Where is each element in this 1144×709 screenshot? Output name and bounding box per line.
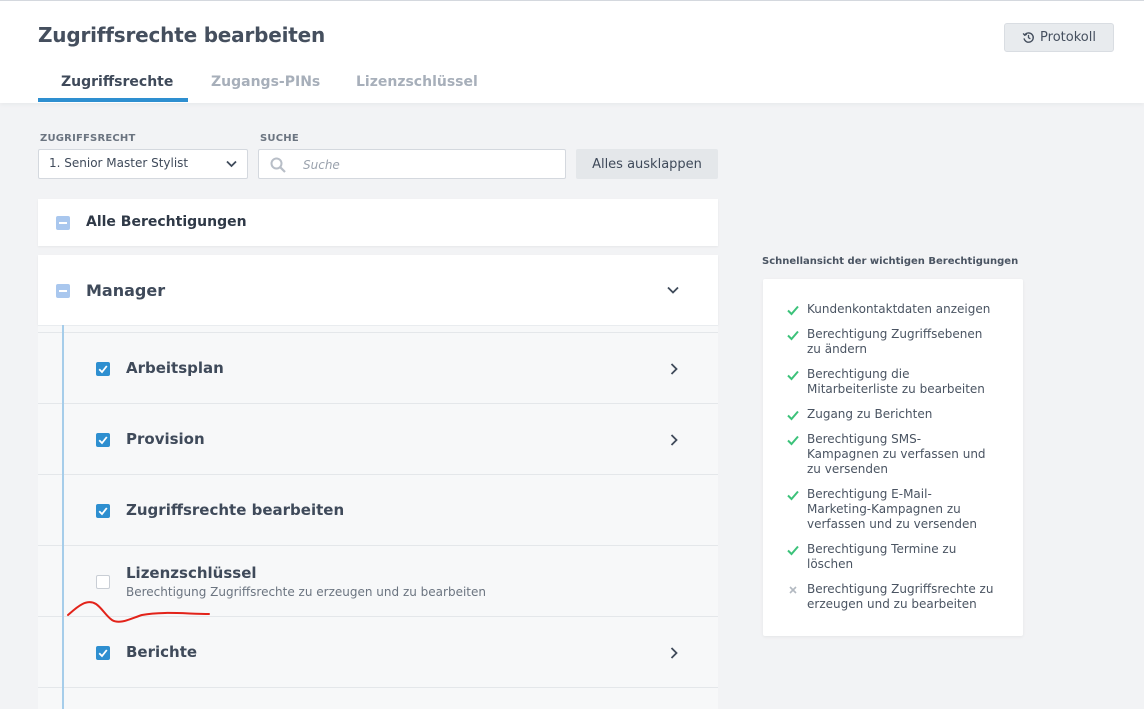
active-tab-indicator	[38, 98, 188, 102]
quickview-item: Berechtigung E-Mail- Marketing-Kampagnen …	[807, 487, 977, 531]
check-icon	[98, 649, 108, 658]
chevron-right-icon[interactable]	[670, 647, 678, 659]
check-icon	[98, 507, 108, 516]
tab-zugriffsrechte[interactable]: Zugriffsrechte	[61, 74, 173, 90]
check-icon	[787, 435, 799, 446]
search-box	[258, 149, 566, 179]
berichte-checkbox[interactable]	[96, 646, 110, 660]
check-icon	[98, 365, 108, 374]
provision-checkbox[interactable]	[96, 433, 110, 447]
permission-label: Arbeitsplan	[126, 359, 224, 377]
search-input[interactable]	[303, 155, 553, 175]
quickview-item: Berechtigung die Mitarbeiterliste zu bear…	[807, 367, 985, 396]
access-level-value: 1. Senior Master Stylist	[49, 156, 189, 170]
quickview-item: Berechtigung Zugriffsebenen zu ändern	[807, 327, 983, 356]
access-level-label: ZUGRIFFSRECHT	[40, 133, 136, 144]
check-icon	[787, 370, 799, 381]
permission-description: Berechtigung Zugriffsrechte zu erzeugen …	[126, 585, 486, 599]
quickview-title: Schnellansicht der wichtigen Berechtigun…	[762, 256, 1019, 267]
close-icon	[789, 586, 797, 594]
divider	[38, 545, 718, 546]
expand-all-button[interactable]: Alles ausklappen	[576, 149, 718, 179]
manager-checkbox[interactable]	[56, 284, 70, 298]
tab-zugangs-pins[interactable]: Zugangs-PINs	[211, 74, 320, 90]
access-level-select[interactable]: 1. Senior Master Stylist	[38, 149, 248, 179]
permission-label: Lizenzschlüssel	[126, 564, 257, 582]
search-label: SUCHE	[260, 133, 299, 144]
protokoll-label: Protokoll	[1040, 30, 1096, 45]
quickview-item: Kundenkontaktdaten anzeigen	[807, 302, 991, 316]
chevron-down-icon[interactable]	[667, 286, 679, 294]
search-icon	[270, 157, 286, 173]
permission-label: Berichte	[126, 643, 198, 661]
zugriffsrechte-bearbeiten-checkbox[interactable]	[96, 504, 110, 518]
divider	[38, 403, 718, 404]
protokoll-button[interactable]: Protokoll	[1004, 23, 1114, 52]
divider	[38, 325, 718, 326]
page-title: Zugriffsrechte bearbeiten	[38, 23, 326, 47]
check-icon	[787, 410, 799, 421]
tree-line	[62, 325, 64, 709]
quickview-item: Berechtigung Zugriffsrechte zu erzeugen u…	[807, 582, 994, 611]
history-icon	[1022, 32, 1034, 43]
quickview-item: Berechtigung Termine zu löschen	[807, 542, 957, 571]
arbeitsplan-checkbox[interactable]	[96, 362, 110, 376]
all-permissions-checkbox[interactable]	[56, 216, 70, 230]
check-icon	[787, 490, 799, 501]
divider	[38, 332, 718, 333]
quickview-item: Zugang zu Berichten	[807, 407, 933, 421]
check-icon	[787, 305, 799, 316]
lizenzschluessel-checkbox[interactable]	[96, 575, 110, 589]
divider	[38, 687, 718, 688]
manager-label: Manager	[86, 281, 166, 300]
permission-label: Zugriffsrechte bearbeiten	[126, 501, 345, 519]
chevron-down-icon	[226, 160, 237, 168]
divider	[38, 474, 718, 475]
chevron-right-icon[interactable]	[670, 363, 678, 375]
all-permissions-label: Alle Berechtigungen	[86, 214, 247, 230]
check-icon	[98, 436, 108, 445]
red-annotation-scribble	[67, 601, 210, 623]
permission-label: Provision	[126, 430, 205, 448]
tab-lizenzschluessel[interactable]: Lizenzschlüssel	[356, 74, 478, 90]
check-icon	[787, 545, 799, 556]
page-header: Zugriffsrechte bearbeiten Protokoll Zugr…	[0, 0, 1144, 103]
quickview-item: Berechtigung SMS- Kampagnen zu verfassen …	[807, 432, 986, 476]
check-icon	[787, 330, 799, 341]
chevron-right-icon[interactable]	[670, 434, 678, 446]
